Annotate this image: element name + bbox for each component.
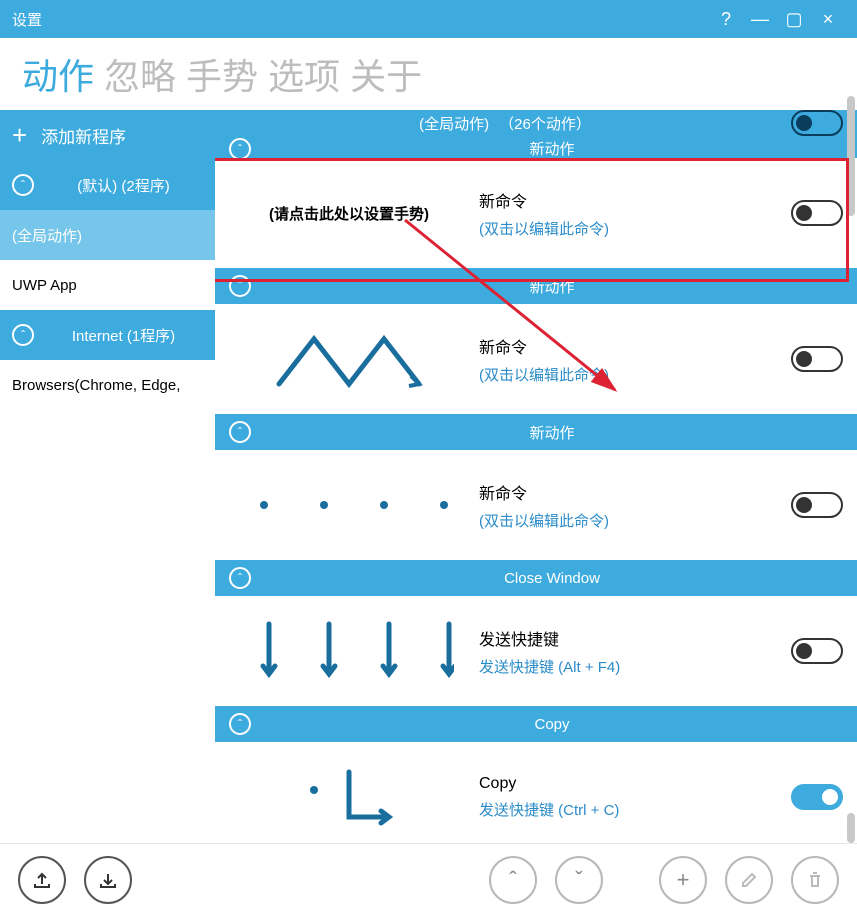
gesture-preview[interactable] xyxy=(229,616,469,686)
action-row[interactable]: Copy 发送快捷键 (Ctrl + C) xyxy=(215,742,857,852)
action-info: 发送快捷键 发送快捷键 (Alt + F4) xyxy=(479,626,781,677)
sidebar-item-internet[interactable]: ˆ Internet (1程序) xyxy=(0,310,215,360)
chevron-up-icon: ˆ xyxy=(12,324,34,346)
window-title: 设置 xyxy=(12,9,709,30)
titlebar: 设置 ? — ▢ × xyxy=(0,0,857,38)
action-toggle[interactable] xyxy=(791,346,843,372)
gesture-preview[interactable] xyxy=(229,490,469,520)
action-hint: (双击以编辑此命令) xyxy=(479,364,781,385)
action-info: Copy 发送快捷键 (Ctrl + C) xyxy=(479,775,781,820)
export-button[interactable] xyxy=(18,856,66,904)
sidebar-item-uwp[interactable]: UWP App xyxy=(0,260,215,310)
sidebar-item-global[interactable]: (全局动作) xyxy=(0,210,215,260)
action-info: 新命令 (双击以编辑此命令) xyxy=(479,188,781,239)
tab-options[interactable]: 选项 xyxy=(268,48,340,100)
chevron-up-icon: ˆ xyxy=(12,174,34,196)
tab-actions[interactable]: 动作 xyxy=(22,48,94,100)
action-name: 新命令 xyxy=(479,334,781,358)
action-hint: 发送快捷键 (Ctrl + C) xyxy=(479,799,781,820)
action-row[interactable]: 新命令 (双击以编辑此命令) xyxy=(215,450,857,560)
chevron-up-icon: ˆ xyxy=(229,275,251,297)
action-row[interactable]: 新命令 (双击以编辑此命令) xyxy=(215,304,857,414)
action-toggle[interactable] xyxy=(791,638,843,664)
chevron-up-icon: ˆ xyxy=(229,713,251,735)
tab-about[interactable]: 关于 xyxy=(350,48,422,100)
edit-button[interactable] xyxy=(725,856,773,904)
action-hint: 发送快捷键 (Alt + F4) xyxy=(479,656,781,677)
action-name: 新命令 xyxy=(479,188,781,212)
gesture-preview[interactable] xyxy=(229,762,469,832)
minimize-icon[interactable]: — xyxy=(743,9,777,30)
tab-ignore[interactable]: 忽略 xyxy=(104,48,176,100)
gesture-preview[interactable] xyxy=(229,324,469,394)
action-info: 新命令 (双击以编辑此命令) xyxy=(479,480,781,531)
section-title: 新动作 xyxy=(261,422,843,443)
close-icon[interactable]: × xyxy=(811,9,845,30)
section-title: 新动作 xyxy=(261,276,843,297)
add-button[interactable]: + xyxy=(659,856,707,904)
add-program-button[interactable]: + 添加新程序 xyxy=(0,110,215,160)
global-toggle[interactable] xyxy=(791,110,843,136)
help-icon[interactable]: ? xyxy=(709,9,743,30)
action-name: Copy xyxy=(479,775,781,793)
action-hint: (双击以编辑此命令) xyxy=(479,218,781,239)
action-toggle[interactable] xyxy=(791,784,843,810)
sidebar-item-default[interactable]: ˆ (默认) (2程序) xyxy=(0,160,215,210)
gesture-preview[interactable]: (请点击此处以设置手势) xyxy=(229,203,469,224)
section-header[interactable]: ˆ 新动作 xyxy=(215,136,857,158)
action-hint: (双击以编辑此命令) xyxy=(479,510,781,531)
section-header[interactable]: ˆ Copy xyxy=(215,706,857,742)
global-name: (全局动作) xyxy=(419,113,489,134)
chevron-up-icon: ˆ xyxy=(229,567,251,589)
sidebar: + 添加新程序 ˆ (默认) (2程序) (全局动作) UWP App ˆ In… xyxy=(0,110,215,872)
delete-button[interactable] xyxy=(791,856,839,904)
section-header[interactable]: ˆ Close Window xyxy=(215,560,857,596)
move-up-button[interactable]: ˆ xyxy=(489,856,537,904)
scrollbar[interactable] xyxy=(845,96,857,843)
action-row[interactable]: 发送快捷键 发送快捷键 (Alt + F4) xyxy=(215,596,857,706)
tab-bar: 动作 忽略 手势 选项 关于 xyxy=(0,38,857,110)
plus-icon: + xyxy=(12,120,27,151)
section-header[interactable]: ˆ 新动作 xyxy=(215,414,857,450)
tab-gestures[interactable]: 手势 xyxy=(186,48,258,100)
action-name: 发送快捷键 xyxy=(479,626,781,650)
sidebar-item-browsers[interactable]: Browsers(Chrome, Edge, xyxy=(0,360,215,410)
add-program-label: 添加新程序 xyxy=(41,123,126,148)
main-panel: (全局动作) （26个动作） ˆ 新动作 (请点击此处以设置手势) 新命令 (双击… xyxy=(215,110,857,872)
action-toggle[interactable] xyxy=(791,492,843,518)
section-title: Copy xyxy=(261,716,843,733)
section-header[interactable]: ˆ 新动作 xyxy=(215,268,857,304)
import-button[interactable] xyxy=(84,856,132,904)
section-title: Close Window xyxy=(261,570,843,587)
action-name: 新命令 xyxy=(479,480,781,504)
action-row[interactable]: (请点击此处以设置手势) 新命令 (双击以编辑此命令) xyxy=(215,158,857,268)
global-count: （26个动作） xyxy=(499,113,591,134)
move-down-button[interactable]: ˇ xyxy=(555,856,603,904)
action-info: 新命令 (双击以编辑此命令) xyxy=(479,334,781,385)
section-title: 新动作 xyxy=(261,138,843,159)
maximize-icon[interactable]: ▢ xyxy=(777,9,811,30)
action-toggle[interactable] xyxy=(791,200,843,226)
global-actions-header: (全局动作) （26个动作） xyxy=(215,110,857,136)
chevron-up-icon: ˆ xyxy=(229,421,251,443)
bottom-toolbar: ˆ ˇ + xyxy=(0,843,857,915)
chevron-up-icon: ˆ xyxy=(229,138,251,160)
